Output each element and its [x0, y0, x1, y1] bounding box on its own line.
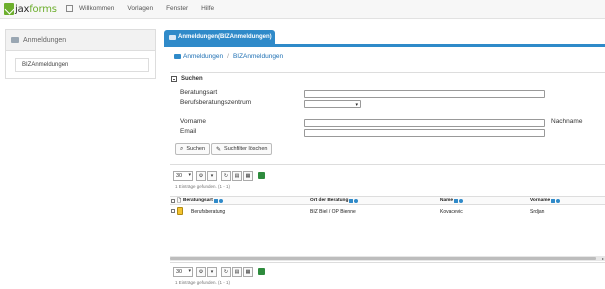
- refresh-icon[interactable]: ↻: [221, 170, 231, 181]
- beratungsart-input[interactable]: [304, 90, 545, 98]
- breadcrumb: Anmeldungen / BIZAnmeldungen: [174, 53, 283, 60]
- result-count: 1 Einträge gefunden. (1 - 1): [175, 184, 231, 189]
- new-doc-icon[interactable]: 🗋: [177, 198, 181, 206]
- folder-icon: [169, 34, 176, 40]
- search-button-label: Suchen: [186, 146, 206, 152]
- vorname-label: Vorname: [180, 118, 207, 125]
- column-header-beratungsart[interactable]: Beratungsart: [183, 198, 223, 203]
- table-header: 🗋 Beratungsart Ort der Beratung Name Vor…: [170, 196, 605, 205]
- search-button[interactable]: ⌕ Suchen: [175, 143, 211, 155]
- checkbox-icon[interactable]: [454, 198, 459, 203]
- columns-icon[interactable]: ▤: [232, 170, 242, 181]
- results-grid: 30 ▾ ⚙ ▾ ↻ ▤ ▦ 1 Einträge gefunden. (1 -…: [170, 164, 605, 289]
- left-navigation-panel: Anmeldungen BIZAnmeldungen: [5, 29, 156, 79]
- column-label: Ort der Beratung: [310, 198, 349, 203]
- eraser-icon: ✎: [216, 146, 222, 153]
- chevron-down-icon: ▾: [355, 102, 358, 108]
- left-panel-title: Anmeldungen: [23, 36, 67, 44]
- horizontal-scrollbar[interactable]: ▸: [170, 256, 605, 261]
- grid-toolbar-bottom-area: 30 ▾ ⚙ ▾ ↻ ▤ ▦ 1 Einträge gefunden. (1 -…: [170, 262, 605, 289]
- grid-toolbar-bottom: 30 ▾ ⚙ ▾ ↻ ▤ ▦: [173, 266, 265, 277]
- vorname-input[interactable]: [304, 119, 545, 127]
- grid-view-icon[interactable]: ▦: [243, 266, 253, 277]
- column-header-name[interactable]: Name: [440, 198, 464, 203]
- logo-icon: [4, 3, 14, 15]
- search-panel-title[interactable]: Suchen: [171, 76, 203, 82]
- page-size-select[interactable]: 30 ▾: [173, 170, 193, 181]
- cell-name: Kovacevic: [440, 209, 463, 215]
- email-label: Email: [180, 128, 197, 135]
- info-icon[interactable]: [218, 198, 223, 203]
- breadcrumb-separator: /: [227, 53, 229, 60]
- breadcrumb-anmeldungen[interactable]: Anmeldungen: [183, 53, 223, 60]
- tab-anmeldungen-biz[interactable]: Anmeldungen(BIZAnmeldungen): [164, 30, 275, 44]
- column-label: Vorname: [530, 198, 551, 203]
- select-all-checkbox[interactable]: [171, 199, 175, 203]
- excel-export-icon[interactable]: [258, 268, 265, 275]
- main-menu: Willkommen Vorlagen Fenster Hilfe: [79, 5, 227, 12]
- page-size-value: 30: [176, 268, 183, 275]
- grid-view-icon[interactable]: ▦: [243, 170, 253, 181]
- breadcrumb-bizanmeldungen[interactable]: BIZAnmeldungen: [233, 53, 283, 60]
- clear-filter-button[interactable]: ✎ Suchfilter löschen: [211, 143, 273, 155]
- chevron-down-icon: ▾: [188, 171, 191, 178]
- cell-ort: BIZ Biel / OP Bienne: [310, 209, 356, 215]
- column-label: Name: [440, 198, 454, 203]
- nachname-label: Nachname: [551, 118, 583, 125]
- scrollbar-thumb[interactable]: [170, 257, 596, 260]
- jaxforms-logo[interactable]: jaxforms: [4, 3, 57, 15]
- search-icon: ⌕: [180, 145, 184, 152]
- search-panel: Suchen Beratungsart Berufsberatungszentr…: [170, 72, 605, 160]
- column-header-vorname[interactable]: Vorname: [530, 198, 561, 203]
- chevron-right-icon[interactable]: ▸: [602, 256, 604, 261]
- chevron-down-icon[interactable]: ▾: [207, 170, 217, 181]
- info-icon[interactable]: [556, 198, 561, 203]
- column-label: Beratungsart: [183, 198, 213, 203]
- tab-label: Anmeldungen(BIZAnmeldungen): [178, 34, 272, 40]
- left-panel-header[interactable]: Anmeldungen: [6, 30, 155, 51]
- result-count: 1 Einträge gefunden. (1 - 1): [175, 280, 231, 285]
- top-navbar: jaxforms Willkommen Vorlagen Fenster Hil…: [0, 0, 605, 19]
- zentrum-label: Berufsberatungszentrum: [180, 99, 252, 106]
- collapse-icon: [171, 76, 177, 82]
- menu-item-willkommen[interactable]: Willkommen: [79, 5, 114, 12]
- cell-vorname: Srdjan: [530, 209, 545, 215]
- columns-icon[interactable]: ▤: [232, 266, 242, 277]
- chevron-down-icon: ▾: [188, 267, 191, 274]
- cell-beratungsart: Berufsberatung: [191, 209, 226, 215]
- left-item-bizanmeldungen[interactable]: BIZAnmeldungen: [15, 58, 149, 72]
- email-input[interactable]: [304, 129, 545, 137]
- zentrum-select[interactable]: ▾: [304, 100, 361, 108]
- settings-icon[interactable]: ⚙: [196, 266, 206, 277]
- beratungsart-label: Beratungsart: [180, 89, 218, 96]
- window-toggle-icon[interactable]: [66, 5, 73, 12]
- table-row[interactable]: Berufsberatung BIZ Biel / OP Bienne Kova…: [170, 206, 605, 217]
- chevron-down-icon[interactable]: ▾: [207, 266, 217, 277]
- search-title-text: Suchen: [181, 76, 203, 82]
- menu-item-vorlagen[interactable]: Vorlagen: [127, 5, 153, 12]
- settings-icon[interactable]: ⚙: [196, 170, 206, 181]
- row-checkbox[interactable]: [171, 209, 175, 213]
- refresh-icon[interactable]: ↻: [221, 266, 231, 277]
- page-size-select[interactable]: 30 ▾: [173, 266, 193, 277]
- folder-icon: [174, 54, 181, 59]
- edit-icon[interactable]: [177, 207, 183, 215]
- page-size-value: 30: [176, 172, 183, 179]
- menu-item-fenster[interactable]: Fenster: [166, 5, 188, 12]
- menu-item-hilfe[interactable]: Hilfe: [201, 5, 214, 12]
- clear-filter-label: Suchfilter löschen: [224, 146, 268, 152]
- info-icon[interactable]: [459, 198, 464, 203]
- checkbox-icon[interactable]: [213, 198, 218, 203]
- excel-export-icon[interactable]: [258, 172, 265, 179]
- tab-underline: [164, 44, 605, 47]
- checkbox-icon[interactable]: [349, 198, 354, 203]
- grid-toolbar-top: 30 ▾ ⚙ ▾ ↻ ▤ ▦: [173, 170, 265, 181]
- checkbox-icon[interactable]: [551, 198, 556, 203]
- info-icon[interactable]: [354, 198, 359, 203]
- folder-icon: [11, 37, 19, 43]
- column-header-ort[interactable]: Ort der Beratung: [310, 198, 359, 203]
- logo-text: jaxforms: [15, 3, 57, 15]
